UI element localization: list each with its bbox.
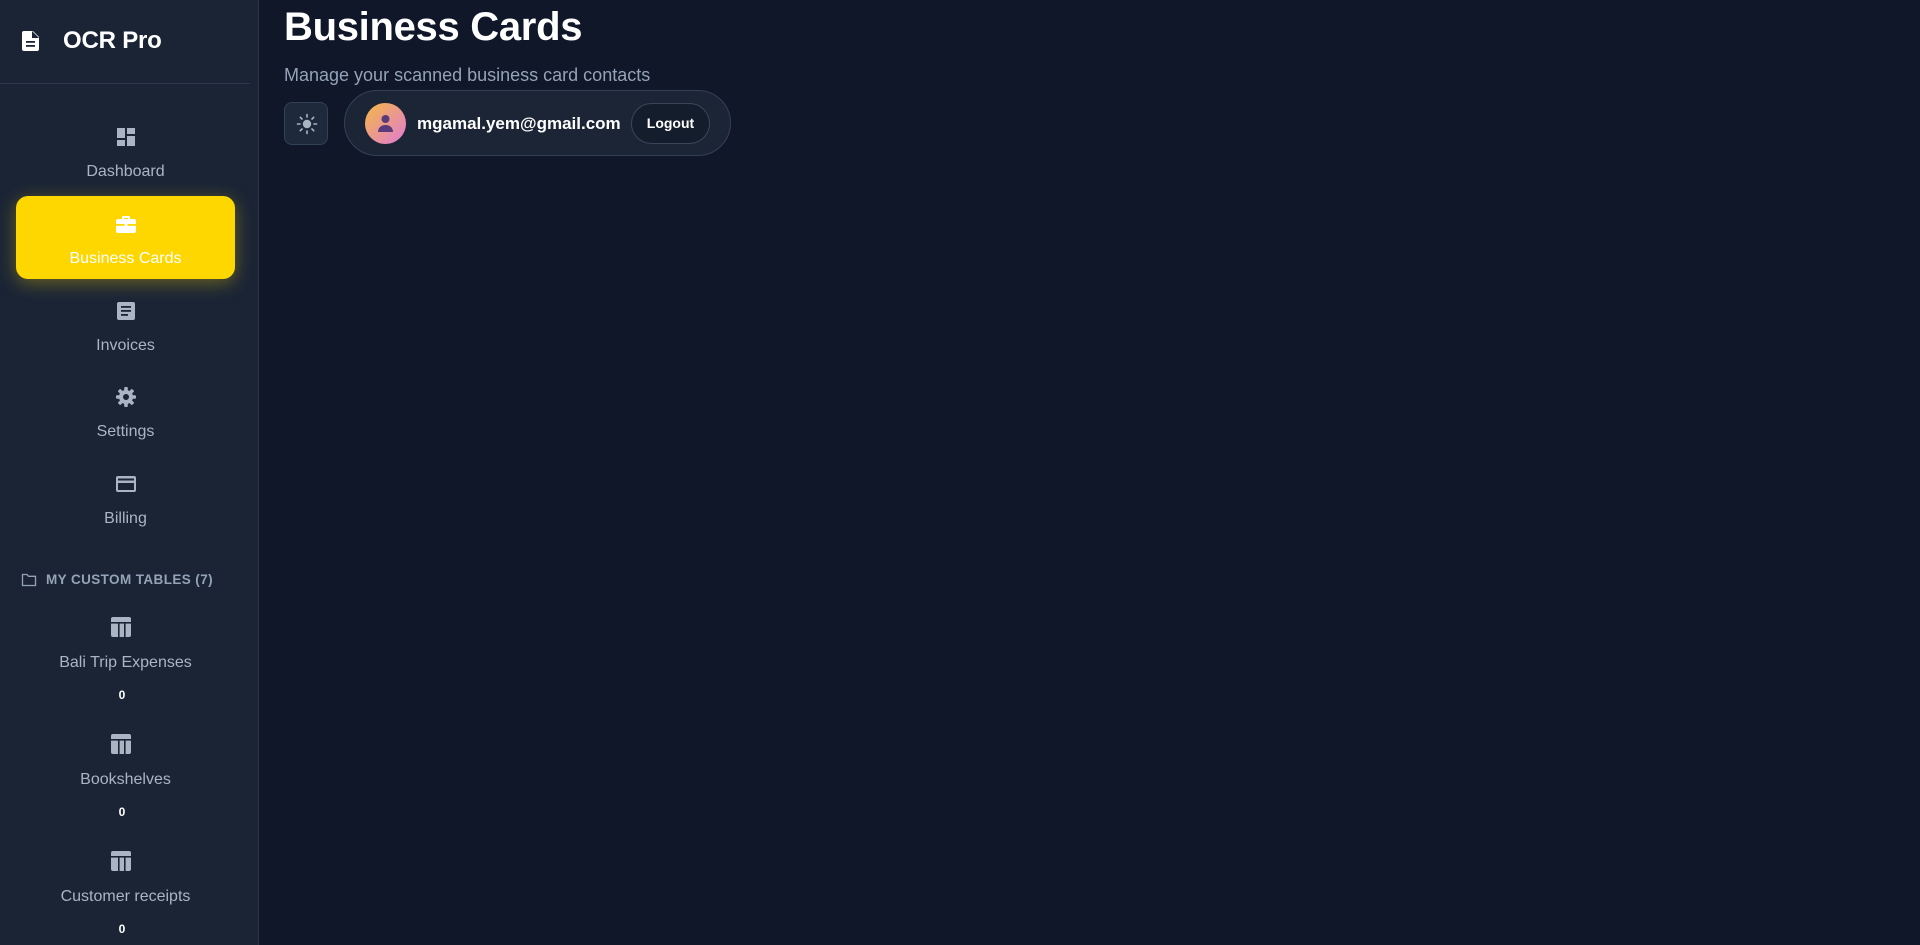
user-menu: mgamal.yem@gmail.com Logout	[344, 90, 731, 156]
receipt-icon	[116, 302, 135, 320]
nav-label-business-cards: Business Cards	[69, 250, 182, 267]
nav-label-invoices: Invoices	[96, 337, 155, 354]
app-name: OCR Pro	[63, 27, 162, 54]
logout-button[interactable]: Logout	[631, 103, 710, 144]
table-icon	[111, 617, 131, 637]
brand: OCR Pro	[0, 0, 250, 84]
custom-table-label: Bookshelves	[80, 771, 171, 788]
nav-label-billing: Billing	[104, 510, 147, 527]
custom-tables-heading: MY CUSTOM TABLES (7)	[21, 571, 251, 591]
avatar[interactable]	[365, 103, 406, 144]
table-icon	[111, 734, 131, 754]
page-subtitle: Manage your scanned business card contac…	[284, 65, 651, 85]
gear-icon	[115, 387, 136, 407]
app-root: OCR Pro Dashboard Business Cards Invoice…	[0, 0, 1920, 945]
custom-table-customer-receipts[interactable]: Customer receipts 0	[16, 850, 235, 945]
nav-item-settings[interactable]: Settings	[16, 369, 235, 452]
custom-table-label: Bali Trip Expenses	[59, 654, 192, 671]
credit-card-icon	[115, 476, 136, 492]
nav-item-billing[interactable]: Billing	[16, 456, 235, 539]
nav-label-settings: Settings	[96, 423, 155, 440]
custom-table-count: 0	[118, 688, 126, 702]
user-email: mgamal.yem@gmail.com	[417, 114, 621, 133]
sun-icon	[296, 113, 318, 135]
page-title: Business Cards	[284, 5, 583, 49]
user-icon	[378, 115, 393, 132]
sidebar: OCR Pro Dashboard Business Cards Invoice…	[0, 0, 259, 945]
table-icon	[111, 851, 131, 871]
custom-table-bali-trip-expenses[interactable]: Bali Trip Expenses 0	[16, 616, 235, 724]
nav-item-dashboard[interactable]: Dashboard	[16, 109, 235, 192]
folder-icon	[21, 573, 37, 587]
document-icon	[22, 31, 39, 51]
theme-toggle-button[interactable]	[284, 102, 328, 145]
nav-item-invoices[interactable]: Invoices	[16, 283, 235, 366]
custom-table-bookshelves[interactable]: Bookshelves 0	[16, 733, 235, 841]
custom-tables-label: MY CUSTOM TABLES (7)	[46, 572, 214, 587]
nav-label-dashboard: Dashboard	[86, 163, 165, 180]
dashboard-icon	[116, 128, 135, 146]
custom-table-count: 0	[118, 922, 126, 936]
custom-table-label: Customer receipts	[60, 888, 191, 905]
nav-item-business-cards[interactable]: Business Cards	[16, 196, 235, 279]
briefcase-icon	[115, 216, 136, 233]
custom-table-count: 0	[118, 805, 126, 819]
